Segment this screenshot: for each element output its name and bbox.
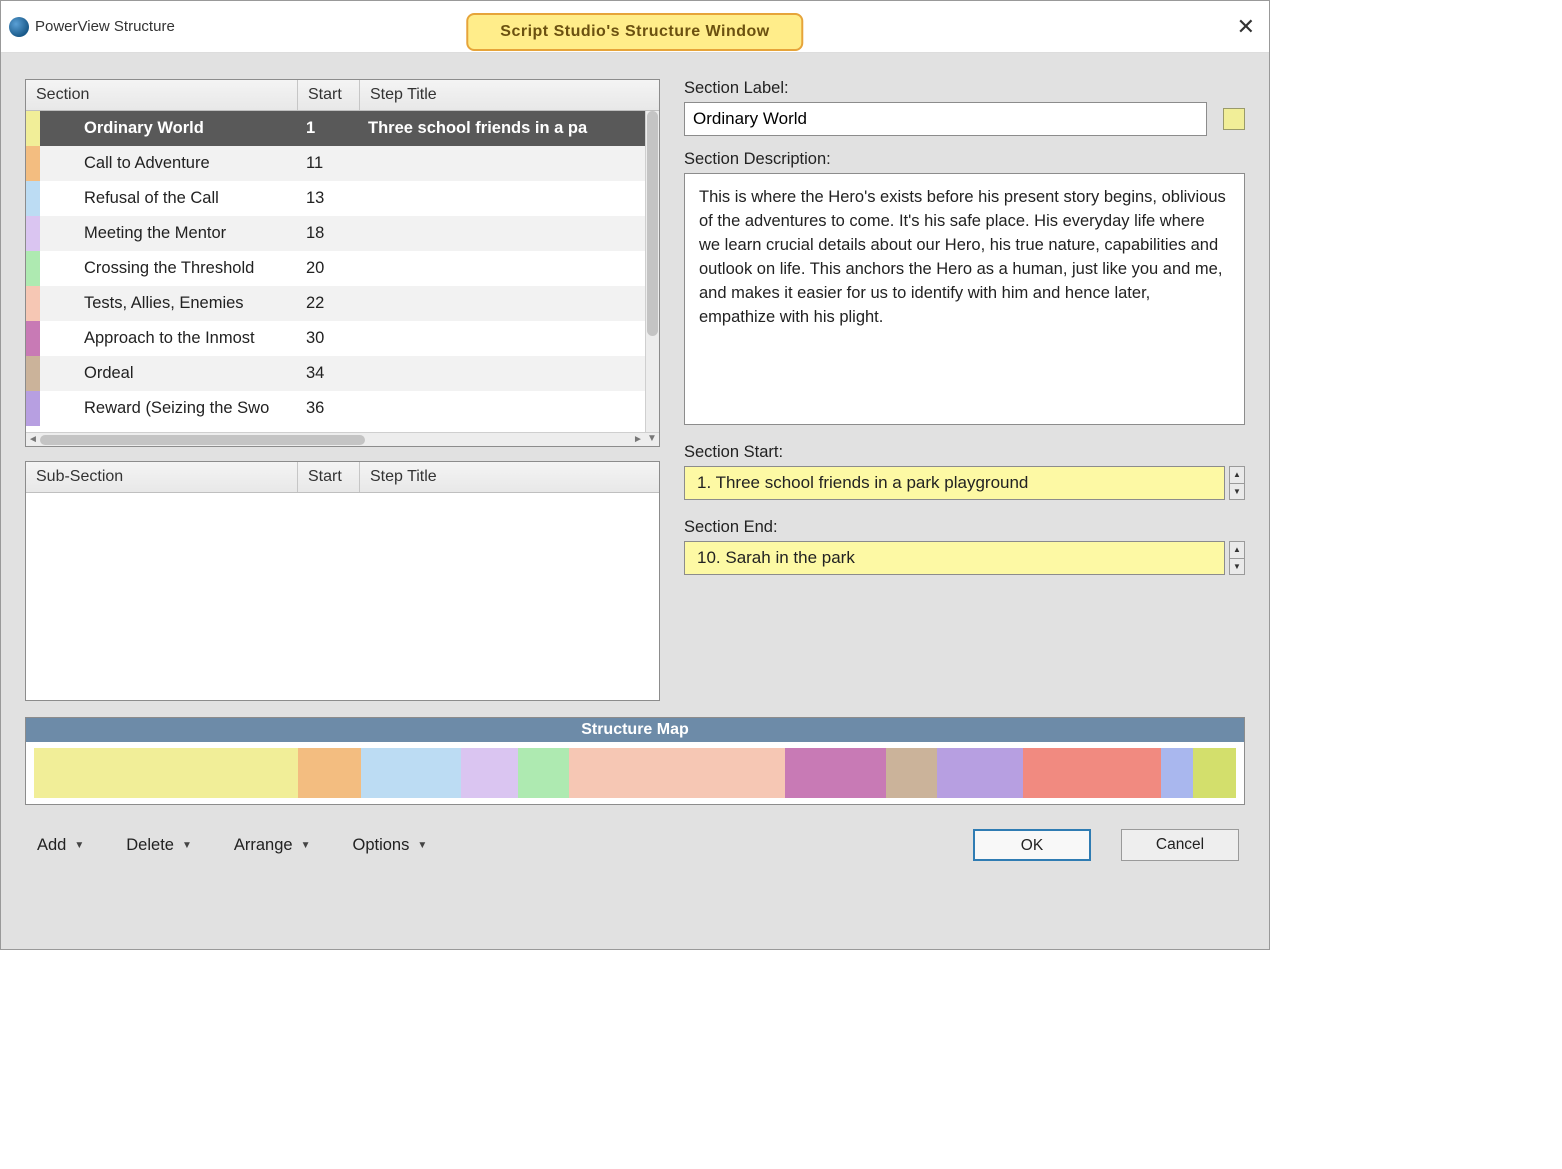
app-icon <box>9 17 29 37</box>
chevron-down-icon: ▼ <box>301 840 311 851</box>
row-start: 30 <box>298 329 360 348</box>
row-start: 34 <box>298 364 360 383</box>
row-section-name: Meeting the Mentor <box>40 224 298 243</box>
column-sub-step-title[interactable]: Step Title <box>360 462 659 492</box>
delete-menu[interactable]: Delete▼ <box>120 832 198 859</box>
row-start: 1 <box>298 119 360 138</box>
row-start: 22 <box>298 294 360 313</box>
structure-map-segment[interactable] <box>361 748 461 798</box>
structure-map-segment[interactable] <box>886 748 936 798</box>
section-table: Section Start Step Title Ordinary World1… <box>25 79 660 447</box>
column-section[interactable]: Section <box>26 80 298 110</box>
section-table-vscroll[interactable] <box>645 111 659 432</box>
footer: Add▼ Delete▼ Arrange▼ Options▼ OK Cancel <box>25 819 1245 863</box>
table-row[interactable]: Reward (Seizing the Swo36 <box>26 391 645 426</box>
column-sub-start[interactable]: Start <box>298 462 360 492</box>
chevron-down-icon: ▼ <box>182 840 192 851</box>
table-row[interactable]: Ordeal34 <box>26 356 645 391</box>
section-end-stepper[interactable]: 10. Sarah in the park <box>684 541 1225 575</box>
subsection-rows <box>26 493 645 700</box>
table-row[interactable]: Call to Adventure11 <box>26 146 645 181</box>
cancel-button[interactable]: Cancel <box>1121 829 1239 861</box>
structure-map-segment[interactable] <box>1193 748 1236 798</box>
column-subsection[interactable]: Sub-Section <box>26 462 298 492</box>
options-menu[interactable]: Options▼ <box>346 832 433 859</box>
row-color-swatch <box>26 216 40 251</box>
subsection-table-header: Sub-Section Start Step Title <box>26 462 659 493</box>
row-section-name: Ordeal <box>40 364 298 383</box>
table-row[interactable]: Crossing the Threshold20 <box>26 251 645 286</box>
section-description-textarea[interactable]: This is where the Hero's exists before h… <box>684 173 1245 425</box>
section-label-input[interactable] <box>684 102 1207 136</box>
structure-map-segment[interactable] <box>937 748 1024 798</box>
row-start: 36 <box>298 399 360 418</box>
window: PowerView Structure Script Studio's Stru… <box>0 0 1270 950</box>
close-icon[interactable]: ✕ <box>1231 12 1261 42</box>
row-section-name: Call to Adventure <box>40 154 298 173</box>
row-start: 20 <box>298 259 360 278</box>
dialog-body: Section Start Step Title Ordinary World1… <box>1 53 1269 949</box>
structure-map-segment[interactable] <box>569 748 785 798</box>
section-end-caption: Section End: <box>684 518 1245 537</box>
row-color-swatch <box>26 321 40 356</box>
window-title: PowerView Structure <box>35 18 175 35</box>
section-start-up-icon[interactable]: ▲ <box>1229 466 1245 483</box>
row-color-swatch <box>26 251 40 286</box>
row-color-swatch <box>26 181 40 216</box>
row-section-name: Reward (Seizing the Swo <box>40 399 298 418</box>
chevron-down-icon: ▼ <box>417 840 427 851</box>
column-start[interactable]: Start <box>298 80 360 110</box>
section-label-caption: Section Label: <box>684 79 1245 98</box>
table-row[interactable]: Approach to the Inmost30 <box>26 321 645 356</box>
row-section-name: Ordinary World <box>40 119 298 138</box>
section-start-caption: Section Start: <box>684 443 1245 462</box>
row-section-name: Refusal of the Call <box>40 189 298 208</box>
structure-map-segment[interactable] <box>1161 748 1192 798</box>
structure-map-title: Structure Map <box>26 718 1244 742</box>
section-start-down-icon[interactable]: ▼ <box>1229 483 1245 501</box>
section-table-hscroll[interactable]: ◄ ► ▼ <box>26 432 659 446</box>
structure-map-segment[interactable] <box>1023 748 1161 798</box>
structure-map-segment[interactable] <box>785 748 886 798</box>
table-row[interactable]: Meeting the Mentor18 <box>26 216 645 251</box>
add-menu[interactable]: Add▼ <box>31 832 90 859</box>
row-section-name: Tests, Allies, Enemies <box>40 294 298 313</box>
structure-map-segment[interactable] <box>518 748 568 798</box>
row-color-swatch <box>26 356 40 391</box>
row-section-name: Approach to the Inmost <box>40 329 298 348</box>
row-color-swatch <box>26 391 40 426</box>
ok-button[interactable]: OK <box>973 829 1091 861</box>
chevron-down-icon: ▼ <box>74 840 84 851</box>
arrange-menu[interactable]: Arrange▼ <box>228 832 317 859</box>
section-end-down-icon[interactable]: ▼ <box>1229 558 1245 576</box>
section-end-up-icon[interactable]: ▲ <box>1229 541 1245 558</box>
banner: Script Studio's Structure Window <box>466 13 803 51</box>
titlebar: PowerView Structure Script Studio's Stru… <box>1 1 1269 53</box>
row-start: 11 <box>298 154 360 173</box>
table-row[interactable]: Refusal of the Call13 <box>26 181 645 216</box>
row-color-swatch <box>26 286 40 321</box>
table-row[interactable]: Ordinary World1Three school friends in a… <box>26 111 645 146</box>
row-start: 13 <box>298 189 360 208</box>
row-section-name: Crossing the Threshold <box>40 259 298 278</box>
row-color-swatch <box>26 146 40 181</box>
subsection-table: Sub-Section Start Step Title <box>25 461 660 701</box>
structure-map: Structure Map <box>25 717 1245 805</box>
column-step-title[interactable]: Step Title <box>360 80 659 110</box>
section-description-caption: Section Description: <box>684 150 1245 169</box>
structure-map-segment[interactable] <box>34 748 298 798</box>
row-color-swatch <box>26 111 40 146</box>
table-row[interactable]: Tests, Allies, Enemies22 <box>26 286 645 321</box>
section-start-stepper[interactable]: 1. Three school friends in a park playgr… <box>684 466 1225 500</box>
structure-map-body[interactable] <box>26 742 1244 804</box>
section-color-swatch[interactable] <box>1223 108 1245 130</box>
structure-map-segment[interactable] <box>298 748 361 798</box>
structure-map-segment[interactable] <box>461 748 519 798</box>
section-table-header: Section Start Step Title <box>26 80 659 111</box>
row-step-title: Three school friends in a pa <box>360 119 645 138</box>
row-start: 18 <box>298 224 360 243</box>
